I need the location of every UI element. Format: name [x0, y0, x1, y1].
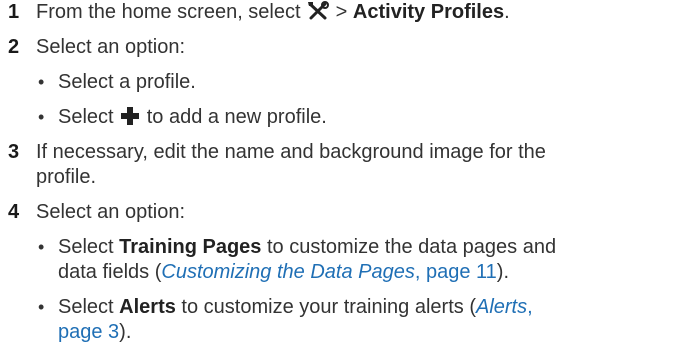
bullet-text-line1: Select Alerts to customize your training… — [58, 296, 533, 318]
step-text: From the home screen, select > Activity … — [36, 0, 666, 28]
step-text-line1: If necessary, edit the name and backgrou… — [36, 141, 546, 163]
cross-reference-link[interactable]: Alerts, — [476, 296, 533, 318]
step-text-line2: profile. — [36, 166, 97, 188]
instruction-list: 1 From the home screen, select > Activit… — [0, 0, 673, 358]
bullet-text: Select to add a new profile. — [58, 105, 668, 133]
bullet-icon: • — [38, 297, 45, 317]
plus-icon — [120, 106, 140, 133]
tools-icon — [307, 1, 330, 28]
bullet-icon: • — [38, 107, 45, 127]
separator: > — [330, 1, 353, 23]
step-text-prefix: From the home screen, select — [36, 1, 301, 23]
menu-item-training-pages: Training Pages — [119, 236, 262, 258]
bullet-icon: • — [38, 72, 45, 92]
menu-item-activity-profiles: Activity Profiles — [352, 1, 505, 23]
step-number: 1 — [8, 1, 20, 23]
step-number: 3 — [8, 141, 20, 163]
step-number: 4 — [8, 201, 20, 223]
step-text: Select an option: — [36, 36, 185, 58]
step-text: Select an option: — [36, 201, 185, 223]
bullet-text-line2: data fields (Customizing the Data Pages,… — [58, 261, 510, 283]
bullet-text-line2: page 3). — [58, 321, 132, 343]
bullet-icon: • — [38, 237, 45, 257]
step-text-suffix: . — [504, 1, 510, 23]
bullet-text: Select a profile. — [58, 71, 196, 93]
bullet-text-line1: Select Training Pages to customize the d… — [58, 236, 557, 258]
cross-reference-link[interactable]: Customizing the Data Pages, page 11 — [161, 261, 496, 283]
menu-item-alerts: Alerts — [119, 296, 176, 318]
step-number: 2 — [8, 36, 20, 58]
cross-reference-page[interactable]: page 3 — [58, 321, 119, 343]
